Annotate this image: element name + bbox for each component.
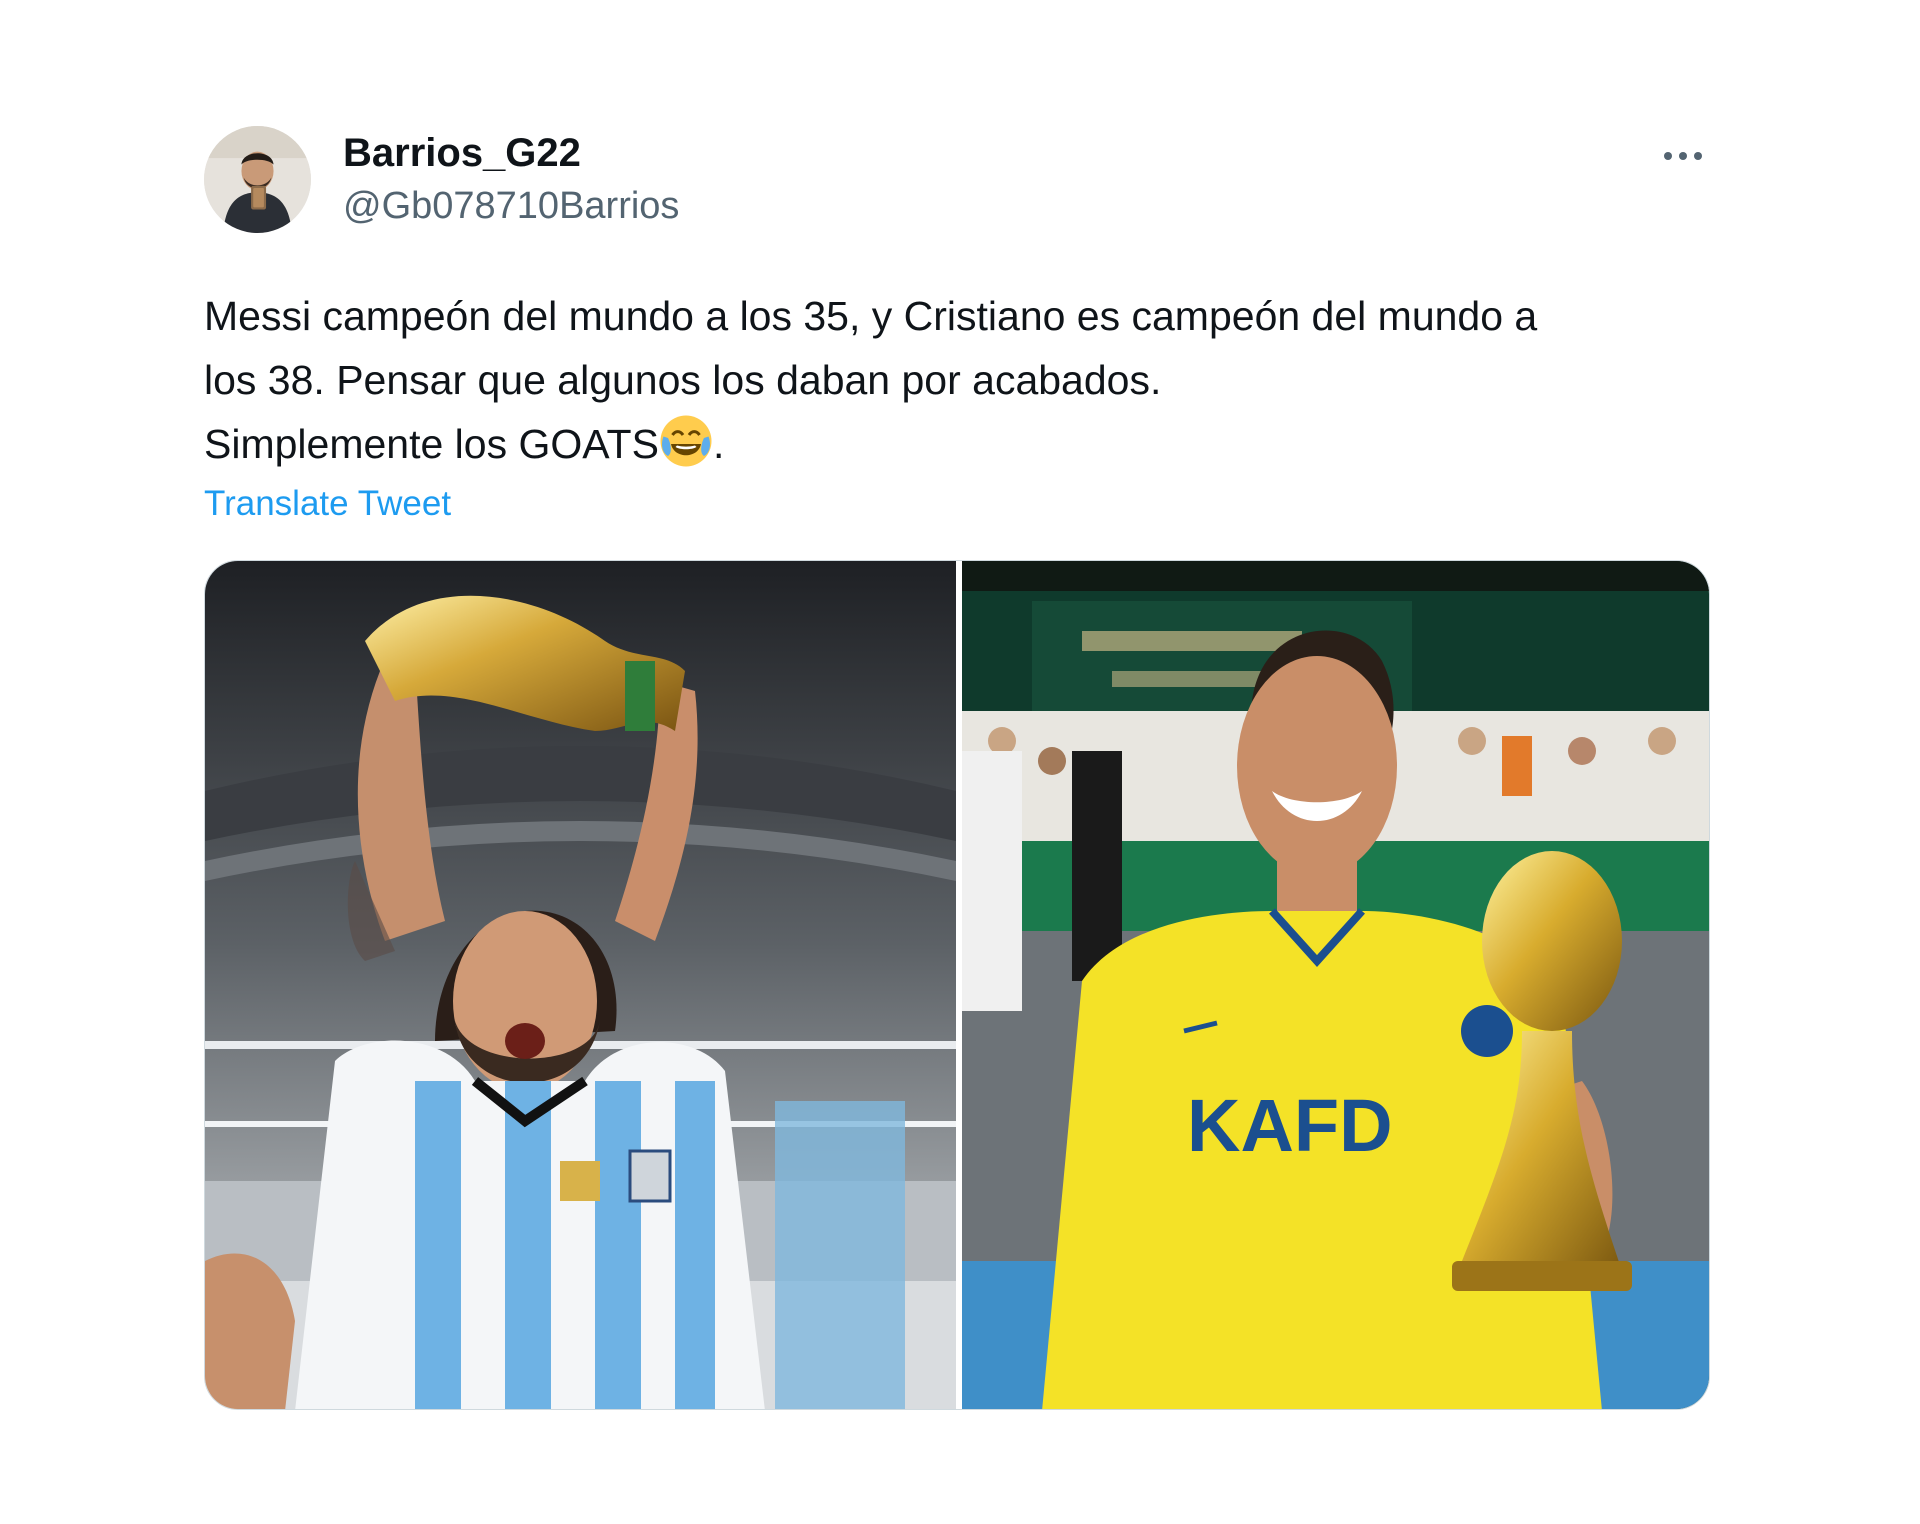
more-options-button[interactable]	[1655, 136, 1711, 176]
avatar-image	[204, 126, 311, 233]
tweet-media-grid[interactable]: KAFD	[204, 560, 1710, 1410]
tweet-text-line-1: Messi campeón del mundo a los 35, y Cris…	[204, 293, 1538, 339]
tweet-text-line-3-text: Simplemente los GOATS	[204, 421, 659, 467]
tweet-text-line-3: Simplemente los GOATS.	[204, 412, 1724, 476]
shirt-sponsor-text: KAFD	[1187, 1084, 1393, 1167]
tweet-card: Barrios_G22 @Gb078710Barrios Messi campe…	[0, 0, 1920, 1524]
tweet-text-end: .	[712, 421, 725, 467]
ronaldo-photo[interactable]: KAFD	[962, 561, 1709, 1409]
more-horizontal-icon	[1664, 152, 1702, 160]
translate-tweet-link[interactable]: Translate Tweet	[204, 482, 451, 526]
face-with-tears-of-joy-icon	[660, 415, 712, 467]
tweet-text: Messi campeón del mundo a los 35, y Cris…	[204, 284, 1724, 476]
messi-photo[interactable]	[205, 561, 956, 1409]
messi-world-cup-trophy-image	[205, 561, 956, 1409]
tweet-text-line-2: los 38. Pensar que algunos los daban por…	[204, 357, 1162, 403]
ronaldo-trophy-image: KAFD	[962, 561, 1709, 1409]
display-name[interactable]: Barrios_G22	[343, 128, 581, 178]
user-handle[interactable]: @Gb078710Barrios	[343, 182, 679, 230]
avatar[interactable]	[204, 126, 311, 233]
